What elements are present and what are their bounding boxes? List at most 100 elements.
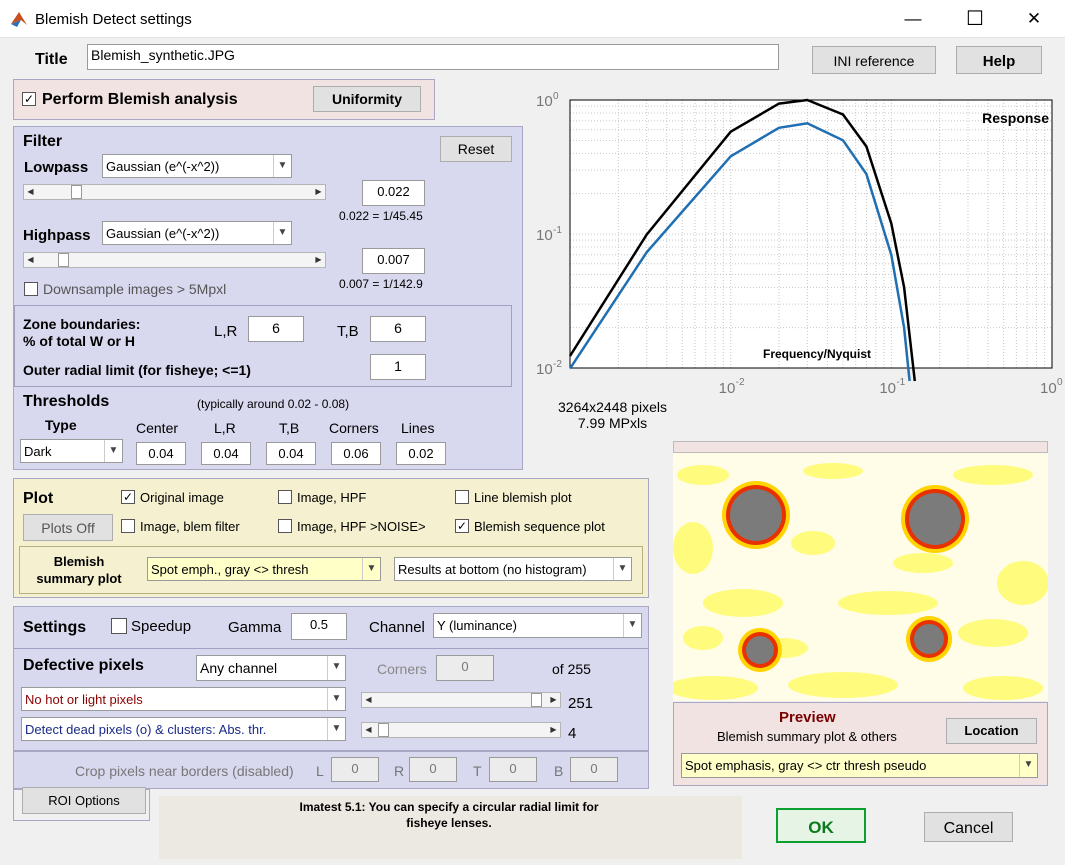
type-label: Type [45, 417, 77, 433]
message-box: Imatest 5.1: You can specify a circular … [159, 796, 742, 859]
original-image-label: Original image [140, 490, 224, 505]
channel-label: Channel [369, 619, 425, 636]
lowpass-value[interactable]: 0.022 [362, 180, 425, 206]
roi-options-button[interactable]: ROI Options [22, 787, 146, 814]
y-tick-label: 10 [536, 93, 553, 110]
zones-tb-label: T,B [337, 323, 359, 340]
x-tick-label: 10 [719, 380, 736, 397]
results-select[interactable]: Results at bottom (no histogram) ▼ [394, 557, 632, 581]
reset-button[interactable]: Reset [440, 136, 512, 162]
center-input[interactable]: 0.04 [136, 442, 186, 465]
x-tick-label: 10 [879, 380, 896, 397]
dead-pixels-thumb[interactable] [378, 723, 390, 737]
perform-checkbox[interactable]: ✓ [22, 92, 36, 106]
speedup-checkbox[interactable] [111, 618, 127, 634]
lowpass-thumb[interactable] [71, 185, 83, 199]
maximize-button[interactable]: ☐ [952, 0, 998, 38]
highpass-thumb[interactable] [57, 253, 69, 267]
zones-lr-input[interactable]: 6 [248, 316, 304, 342]
line-blemish-checkbox[interactable] [455, 490, 469, 504]
downsample-checkbox[interactable] [24, 282, 38, 296]
uniformity-button[interactable]: Uniformity [313, 86, 421, 112]
summary-plot-select[interactable]: Spot emph., gray <> thresh ▼ [147, 557, 381, 581]
settings-title: Settings [23, 619, 87, 636]
thresholds-title: Thresholds [23, 393, 110, 410]
lowpass-slider[interactable]: ◀ ▶ [23, 184, 326, 200]
close-button[interactable]: ✕ [1011, 0, 1057, 38]
of-255-label: of 255 [552, 661, 591, 677]
settings-panel: Settings Speedup Gamma 0.5 Channel Y (lu… [13, 606, 649, 751]
blem-filter-checkbox[interactable] [121, 519, 135, 533]
hot-pixels-thumb[interactable] [530, 693, 542, 707]
perform-panel: ✓ Perform Blemish analysis Uniformity [13, 79, 435, 120]
speedup-label: Speedup [131, 618, 192, 635]
hot-pixels-slider[interactable]: ◀ ▶ [361, 692, 561, 708]
title-input[interactable]: Blemish_synthetic.JPG [87, 44, 779, 70]
crop-r-input[interactable]: 0 [409, 757, 457, 782]
zones-label-1: Zone boundaries: [23, 316, 141, 332]
zones-label-2: % of total W or H [23, 333, 135, 349]
defective-corners-input[interactable]: 0 [436, 655, 494, 681]
summary-label-2: summary plot [36, 571, 122, 586]
perform-label: Perform Blemish analysis [42, 91, 238, 108]
lr-threshold-input[interactable]: 0.04 [201, 442, 251, 465]
channel-select[interactable]: Y (luminance) ▼ [433, 613, 642, 638]
crop-b-label: B [554, 763, 564, 779]
downsample-label: Downsample images > 5Mpxl [43, 281, 227, 297]
blemish-sequence-checkbox[interactable]: ✓ [455, 519, 469, 533]
image-hpf-checkbox[interactable] [278, 490, 292, 504]
crop-label: Crop pixels near borders (disabled) [75, 763, 294, 779]
zones-lr-label: L,R [214, 323, 238, 340]
original-image-checkbox[interactable]: ✓ [121, 490, 135, 504]
y-tick-exponent: -1 [553, 225, 562, 236]
corners-threshold-input[interactable]: 0.06 [331, 442, 381, 465]
image-hpf-noise-checkbox[interactable] [278, 519, 292, 533]
crop-t-label: T [473, 763, 482, 779]
lowpass-note: 0.022 = 1/45.45 [339, 209, 423, 223]
crop-t-input[interactable]: 0 [489, 757, 537, 782]
ok-button[interactable]: OK [776, 808, 866, 843]
radial-limit-input[interactable]: 1 [370, 354, 426, 380]
plot-title: Plot [23, 490, 54, 507]
crop-l-input[interactable]: 0 [331, 757, 379, 782]
x-tick-exponent: -2 [736, 377, 745, 388]
preview-select[interactable]: Spot emphasis, gray <> ctr thresh pseudo… [681, 753, 1038, 778]
dead-pixels-select[interactable]: Detect dead pixels (o) & clusters: Abs. … [21, 717, 346, 741]
lr-threshold-label: L,R [214, 420, 236, 436]
hot-pixels-value: 251 [568, 695, 594, 712]
preview-title: Preview [779, 709, 836, 726]
dead-pixels-slider[interactable]: ◀ ▶ [361, 722, 561, 738]
crop-b-input[interactable]: 0 [570, 757, 618, 782]
blem-filter-label: Image, blem filter [140, 519, 240, 534]
highpass-select[interactable]: Gaussian (e^(-x^2)) ▼ [102, 221, 292, 245]
minimize-button[interactable]: — [890, 0, 936, 38]
cancel-button[interactable]: Cancel [924, 812, 1013, 842]
hot-pixels-select[interactable]: No hot or light pixels ▼ [21, 687, 346, 711]
lines-threshold-input[interactable]: 0.02 [396, 442, 446, 465]
x-tick-exponent: -1 [896, 377, 905, 388]
ini-reference-button[interactable]: INI reference [812, 46, 936, 74]
pixels-label: 3264x2448 pixels [558, 399, 667, 415]
lowpass-select[interactable]: Gaussian (e^(-x^2)) ▼ [102, 154, 292, 178]
gamma-input[interactable]: 0.5 [291, 613, 347, 640]
tb-threshold-input[interactable]: 0.04 [266, 442, 316, 465]
highpass-note: 0.007 = 1/142.9 [339, 277, 423, 291]
plots-off-button[interactable]: Plots Off [23, 514, 113, 541]
crop-r-label: R [394, 763, 405, 779]
filter-title: Filter [23, 133, 63, 150]
zones-tb-input[interactable]: 6 [370, 316, 426, 342]
crop-l-label: L [316, 763, 324, 779]
y-tick-exponent: 0 [553, 91, 559, 102]
highpass-value[interactable]: 0.007 [362, 248, 425, 274]
y-tick-label: 10 [536, 227, 553, 244]
threshold-type-select[interactable]: Dark ▼ [20, 439, 123, 463]
image-hpf-noise-label: Image, HPF >NOISE> [297, 519, 426, 534]
highpass-slider[interactable]: ◀ ▶ [23, 252, 326, 268]
corners-threshold-label: Corners [329, 420, 379, 436]
window-title: Blemish Detect settings [35, 11, 192, 28]
highpass-label: Highpass [23, 227, 91, 244]
defective-channel-select[interactable]: Any channel ▼ [196, 655, 346, 681]
gamma-label: Gamma [228, 619, 282, 636]
location-button[interactable]: Location [946, 718, 1037, 744]
help-button[interactable]: Help [956, 46, 1042, 74]
